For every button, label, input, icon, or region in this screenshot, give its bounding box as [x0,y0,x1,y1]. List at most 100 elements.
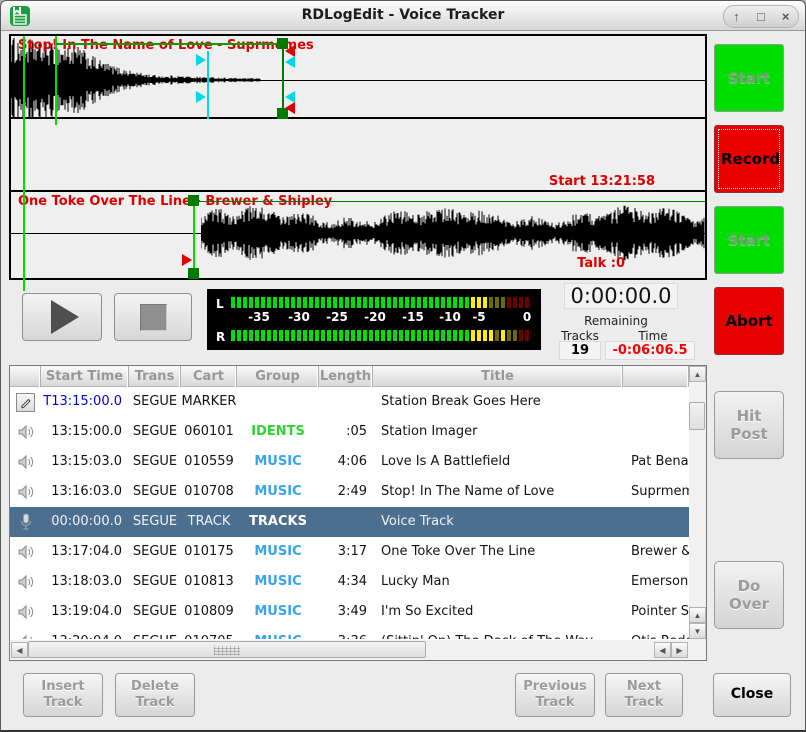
talk-marker-bottom[interactable] [196,91,206,103]
column-header-start-time[interactable]: Start Time [41,366,129,387]
meter-segment [519,330,523,341]
hit-post-button[interactable]: Hit Post [714,391,784,459]
cell-start-time: 00:00:00.0 [41,507,129,537]
track1-start-line[interactable] [55,36,57,125]
cell-title: One Toke Over The Line [373,537,623,567]
meter-segment [477,297,481,308]
talk-marker-top[interactable] [196,54,206,66]
meter-segment [471,297,475,308]
left-channel-label: L [216,297,224,311]
maximize-window-button[interactable]: □ [752,8,770,26]
cell-artist [623,507,689,537]
horizontal-scroll-thumb[interactable] [28,641,426,658]
vertical-scrollbar[interactable]: ▲ ▲ ▼ [689,366,706,640]
record-button[interactable]: Record [714,125,784,193]
meter-segment [321,330,325,341]
log-table-row[interactable]: 13:15:03.0SEGUE010559MUSIC4:06Love Is A … [10,447,689,477]
cell-length [319,387,373,417]
remaining-time-value: -0:06:06.5 [605,341,695,360]
scroll-up-button-2[interactable]: ▲ [689,607,706,623]
track1-fade-marker-bottom[interactable] [285,102,295,114]
meter-segment [435,330,439,341]
next-track-button[interactable]: Next Track [605,673,683,717]
voice-tracker-waveform-panel[interactable]: Stop! In The Name of Love - Suprmemes St… [9,34,707,280]
shade-window-button[interactable]: ↑ [727,8,745,26]
scroll-left-button[interactable]: ◀ [11,642,28,658]
play-button[interactable] [22,293,102,341]
voice-tracker-window: RDLogEdit - Voice Tracker ↑ □ × Stop! In… [0,0,806,732]
meter-segment [237,330,241,341]
track1-talk-line[interactable] [207,51,209,119]
meter-segment [255,330,259,341]
scroll-right-button[interactable]: ▶ [671,642,688,658]
next-track-pane[interactable]: One Toke Over The Line - Brewer & Shiple… [11,192,705,274]
meter-segment [405,297,409,308]
column-header-group[interactable]: Group [237,366,319,387]
column-header-trans[interactable]: Trans [129,366,181,387]
meter-segment [249,297,253,308]
meter-segment [369,330,373,341]
previous-track-pane[interactable]: Stop! In The Name of Love - Suprmemes [11,36,705,119]
track2-start-bottom-handle[interactable] [188,268,199,279]
stop-button[interactable] [114,293,192,341]
meter-segment [429,297,433,308]
meter-scale-tick: 0 [523,310,531,324]
meter-segment [447,330,451,341]
meter-segment [285,297,289,308]
cell-title: Stop! In The Name of Love [373,477,623,507]
horizontal-scrollbar[interactable]: ◀ ◀ ▶ [10,640,706,660]
voice-track-pane[interactable]: Start 13:21:58 [11,119,705,192]
scroll-up-button[interactable]: ▲ [689,366,706,382]
insert-track-button[interactable]: Insert Track [23,673,103,717]
cell-cart-number: 010559 [181,447,237,477]
meter-scale-tick: -25 [326,310,348,324]
column-header-cart[interactable]: Cart [181,366,237,387]
meter-segment [357,297,361,308]
cell-cart-number: 010809 [181,597,237,627]
log-table-row[interactable]: 13:15:00.0SEGUE060101IDENTS:05Station Im… [10,417,689,447]
titlebar[interactable]: RDLogEdit - Voice Tracker ↑ □ × [1,1,805,31]
start-previous-button[interactable]: Start [714,44,784,112]
meter-segment [249,330,253,341]
start-next-button[interactable]: Start [714,206,784,274]
meter-segment [255,297,259,308]
column-header-blank[interactable] [623,366,689,387]
close-button[interactable]: Close [713,673,791,717]
column-header-title[interactable]: Title [373,366,623,387]
cell-length: 3:36 [319,627,373,639]
window-title: RDLogEdit - Voice Tracker [1,7,805,23]
cell-group: TRACKS [237,507,319,537]
track2-fade-marker[interactable] [182,254,192,266]
vertical-scroll-thumb[interactable] [689,402,705,430]
close-window-button[interactable]: × [777,8,795,26]
abort-button[interactable]: Abort [714,287,784,355]
log-table-row[interactable]: 13:17:04.0SEGUE010175MUSIC3:17One Toke O… [10,537,689,567]
log-table-row[interactable]: 13:18:03.0SEGUE010813MUSIC4:34Lucky ManE… [10,567,689,597]
log-table-row[interactable]: 13:20:04.0SEGUE010705MUSIC3:36(Sittin' O… [10,627,689,639]
previous-track-button[interactable]: Previous Track [515,673,595,717]
track2-start-line[interactable] [193,198,195,278]
track2-start-top-handle[interactable] [188,195,199,206]
cell-cart-number: 010175 [181,537,237,567]
meter-segment [375,330,379,341]
log-table-row[interactable]: 00:00:00.0SEGUETRACKTRACKSVoice Track [10,507,689,537]
cell-start-time: 13:19:04.0 [41,597,129,627]
column-header-length[interactable]: Length [319,366,373,387]
delete-track-button[interactable]: Delete Track [115,673,195,717]
meter-segment [309,330,313,341]
log-table-row[interactable]: T13:15:00.0SEGUEMARKERStation Break Goes… [10,387,689,417]
meter-segment [489,297,493,308]
scroll-left-button-2[interactable]: ◀ [654,642,671,658]
column-header-blank[interactable] [10,366,41,387]
meter-segment [315,297,319,308]
track1-title: Stop! In The Name of Love - Suprmemes [18,38,314,53]
play-icon [51,300,79,334]
do-over-button[interactable]: Do Over [714,561,784,629]
log-table-row[interactable]: 13:16:03.0SEGUE010708MUSIC2:49Stop! In T… [10,477,689,507]
meter-segment [387,297,391,308]
scroll-down-button[interactable]: ▼ [689,623,706,639]
cell-artist: Pat Benatar [623,447,689,477]
log-table-row[interactable]: 13:19:04.0SEGUE010809MUSIC3:49I'm So Exc… [10,597,689,627]
track1-end-line[interactable] [282,41,284,117]
track1-segue-marker-top[interactable] [285,56,295,68]
